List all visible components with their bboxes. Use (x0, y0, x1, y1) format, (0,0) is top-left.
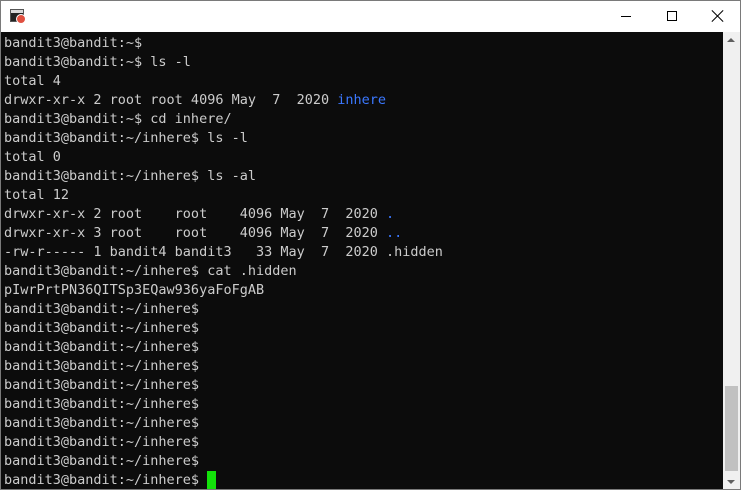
scroll-down-arrow-icon[interactable] (723, 473, 740, 489)
terminal-window: bandit3@bandit:~$ bandit3@bandit:~$ ls -l… (0, 0, 741, 490)
line-text: -rw-r----- 1 bandit4 bandit3 33 May 7 20… (4, 244, 443, 260)
line-text: bandit3@bandit:~/inhere$ (4, 434, 200, 450)
terminal-line: -rw-r----- 1 bandit4 bandit3 33 May 7 20… (4, 243, 443, 262)
line-text: bandit3@bandit:~$ ls -l (4, 54, 191, 70)
terminal-output[interactable]: bandit3@bandit:~$ bandit3@bandit:~$ ls -l… (1, 32, 723, 489)
terminal-line: bandit3@bandit:~$ ls -l (4, 53, 443, 72)
line-text: total 4 (4, 73, 61, 89)
line-text: bandit3@bandit:~/inhere$ (4, 472, 208, 488)
line-text: total 0 (4, 149, 61, 165)
line-text: bandit3@bandit:~/inhere$ (4, 415, 200, 431)
minimize-button[interactable] (603, 1, 649, 31)
terminal-line: bandit3@bandit:~/inhere$ (4, 395, 443, 414)
terminal-line: bandit3@bandit:~/inhere$ (4, 414, 443, 433)
terminal-line: drwxr-xr-x 3 root root 4096 May 7 2020 .… (4, 224, 443, 243)
line-text: bandit3@bandit:~/inhere$ ls -l (4, 130, 248, 146)
line-text: bandit3@bandit:~$ cd inhere/ (4, 111, 232, 127)
terminal-line: bandit3@bandit:~/inhere$ (4, 376, 443, 395)
terminal-line: bandit3@bandit:~/inhere$ (4, 338, 443, 357)
terminal-text: bandit3@bandit:~$ bandit3@bandit:~$ ls -l… (4, 34, 443, 489)
line-text: drwxr-xr-x 2 root root 4096 May 7 2020 (4, 206, 387, 222)
line-text: bandit3@bandit:~$ (4, 35, 143, 51)
terminal-line: bandit3@bandit:~/inhere$ (4, 319, 443, 338)
terminal-line: bandit3@bandit:~/inhere$ (4, 433, 443, 452)
line-text: bandit3@bandit:~/inhere$ (4, 396, 200, 412)
terminal-line: bandit3@bandit:~/inhere$ (4, 300, 443, 319)
terminal-line: bandit3@bandit:~$ cd inhere/ (4, 110, 443, 129)
line-text: total 12 (4, 187, 70, 203)
terminal-line: total 4 (4, 72, 443, 91)
line-text: bandit3@bandit:~/inhere$ ls -al (4, 168, 256, 184)
terminal-line: bandit3@bandit:~/inhere$ ls -al (4, 167, 443, 186)
directory-name: . (386, 206, 395, 222)
line-text: bandit3@bandit:~/inhere$ (4, 453, 200, 469)
directory-name: .. (386, 225, 403, 241)
terminal-line: bandit3@bandit:~/inhere$ (4, 452, 443, 471)
terminal-line: bandit3@bandit:~/inhere$ cat .hidden (4, 262, 443, 281)
line-text: bandit3@bandit:~/inhere$ cat .hidden (4, 263, 297, 279)
text-cursor (207, 471, 217, 489)
terminal-line: bandit3@bandit:~$ (4, 34, 443, 53)
terminal-line: bandit3@bandit:~/inhere$ ls -l (4, 129, 443, 148)
directory-name: inhere (337, 92, 387, 108)
terminal-line: bandit3@bandit:~/inhere$ (4, 471, 443, 489)
terminal-line: total 12 (4, 186, 443, 205)
terminal-line: drwxr-xr-x 2 root root 4096 May 7 2020 i… (4, 91, 443, 110)
maximize-button[interactable] (649, 1, 695, 31)
console-app-icon[interactable] (10, 9, 26, 24)
title-bar[interactable] (1, 1, 740, 32)
minimize-icon (621, 16, 631, 17)
line-text: bandit3@bandit:~/inhere$ (4, 339, 200, 355)
scrollbar-thumb[interactable] (725, 386, 738, 471)
terminal-line: bandit3@bandit:~/inhere$ (4, 357, 443, 376)
line-text: drwxr-xr-x 2 root root 4096 May 7 2020 (4, 92, 338, 108)
scroll-up-arrow-icon[interactable] (723, 32, 740, 49)
line-text: bandit3@bandit:~/inhere$ (4, 301, 200, 317)
terminal-line: drwxr-xr-x 2 root root 4096 May 7 2020 . (4, 205, 443, 224)
close-icon (712, 10, 724, 22)
vertical-scrollbar[interactable] (723, 32, 740, 489)
close-button[interactable] (695, 1, 740, 31)
line-text: bandit3@bandit:~/inhere$ (4, 320, 200, 336)
maximize-icon (667, 11, 677, 21)
terminal-line: pIwrPrtPN36QITSp3EQaw936yaFoFgAB (4, 281, 443, 300)
line-text: bandit3@bandit:~/inhere$ (4, 358, 200, 374)
line-text: bandit3@bandit:~/inhere$ (4, 377, 200, 393)
line-text: drwxr-xr-x 3 root root 4096 May 7 2020 (4, 225, 387, 241)
line-text: pIwrPrtPN36QITSp3EQaw936yaFoFgAB (4, 282, 265, 298)
app-badge-icon (16, 14, 26, 24)
terminal-line: total 0 (4, 148, 443, 167)
